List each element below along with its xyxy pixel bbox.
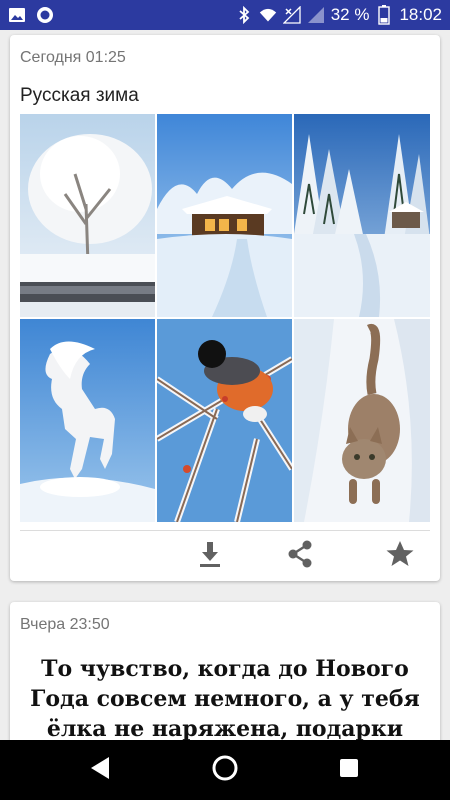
card-divider <box>20 530 430 531</box>
favorite-star-icon <box>385 539 415 574</box>
navigation-bar <box>0 740 450 800</box>
home-button[interactable] <box>207 752 243 788</box>
wifi-icon <box>259 6 277 24</box>
recents-icon <box>338 757 360 784</box>
favorite-button[interactable] <box>383 539 417 573</box>
share-icon <box>286 539 314 574</box>
download-button[interactable] <box>193 539 227 573</box>
photo-white-horse[interactable] <box>20 319 155 522</box>
back-button[interactable] <box>82 752 118 788</box>
share-button[interactable] <box>283 539 317 573</box>
post-timestamp: Сегодня 01:25 <box>20 49 126 66</box>
photo-snowy-tree[interactable] <box>20 114 155 317</box>
post-actions <box>10 535 440 575</box>
post-card[interactable]: Сегодня 01:25 Русская зима <box>10 35 440 581</box>
no-signal-icon <box>282 6 301 24</box>
battery-icon <box>375 5 393 25</box>
photo-grid <box>20 114 430 522</box>
photo-snowy-forest[interactable] <box>294 114 430 317</box>
battery-percent: 32 % <box>330 5 370 24</box>
post-quote: То чувство, когда до Нового Года совсем … <box>30 656 420 740</box>
photo-kitten[interactable] <box>294 319 430 522</box>
status-bar: 32 % 18:02 <box>0 0 450 30</box>
recents-button[interactable] <box>331 752 367 788</box>
record-icon <box>36 6 54 24</box>
bluetooth-icon <box>235 6 253 24</box>
photo-snowy-cabin[interactable] <box>157 114 292 317</box>
download-icon <box>198 540 222 573</box>
home-icon <box>211 754 239 787</box>
post-timestamp: Вчера 23:50 <box>20 616 110 633</box>
signal-icon <box>307 6 325 24</box>
back-icon <box>89 756 111 785</box>
status-time: 18:02 <box>399 5 442 24</box>
feed[interactable]: Сегодня 01:25 Русская зима Вчера 23:50 Т… <box>0 30 450 740</box>
post-title: Русская зима <box>20 85 139 106</box>
post-card[interactable]: Вчера 23:50 То чувство, когда до Нового … <box>10 602 440 740</box>
image-icon <box>8 6 26 24</box>
photo-bullfinch[interactable] <box>157 319 292 522</box>
